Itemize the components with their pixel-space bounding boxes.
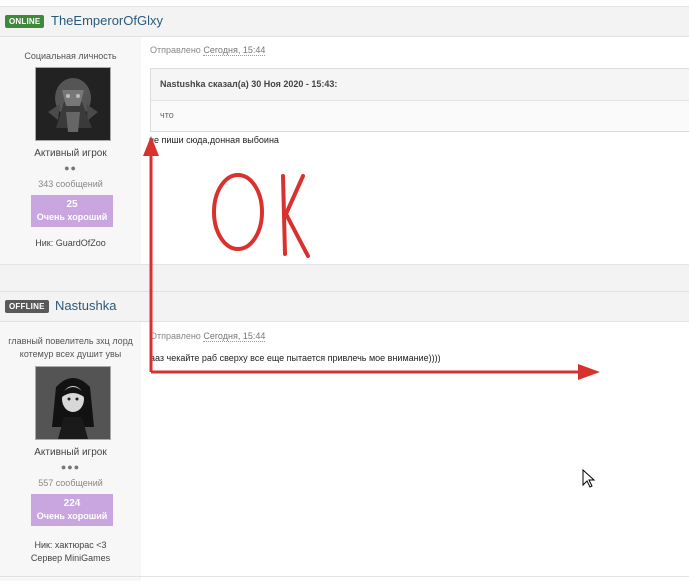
mouse-cursor-icon <box>582 469 596 488</box>
right-arrowhead-icon <box>578 364 600 380</box>
up-arrowhead-icon <box>143 136 159 156</box>
annotation-background <box>150 148 385 264</box>
annotation-overlay <box>143 136 600 380</box>
